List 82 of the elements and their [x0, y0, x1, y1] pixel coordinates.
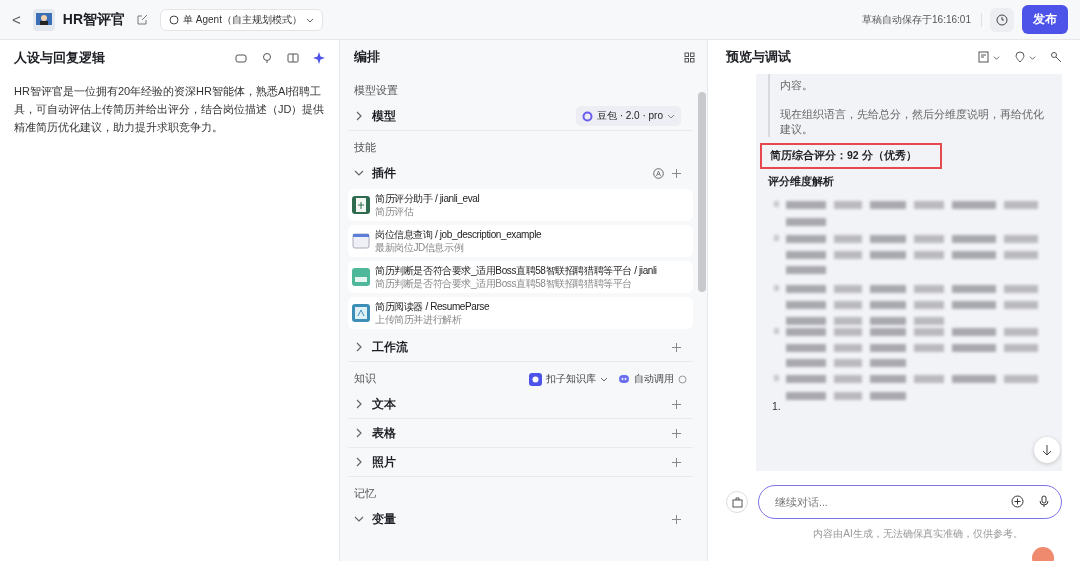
- section-title[interactable]: 模型: [372, 108, 396, 124]
- settings-icon: [678, 374, 687, 384]
- scrollbar-thumb[interactable]: [698, 92, 706, 292]
- expand-icon[interactable]: [287, 52, 299, 64]
- knowledge-base-selector[interactable]: 扣子知识库: [529, 372, 608, 386]
- group-label: 知识: [354, 372, 376, 386]
- location-menu[interactable]: [1014, 51, 1036, 63]
- caret-icon: [993, 53, 1000, 61]
- panel-title: 人设与回复逻辑: [14, 49, 106, 67]
- plugin-description: 上传简历并进行解析: [375, 313, 462, 326]
- plugin-card[interactable]: 简历阅读器 / ResumeParse 上传简历并进行解析: [348, 297, 693, 329]
- list-number: 1.: [772, 400, 781, 412]
- agent-avatar-icon: [32, 8, 55, 31]
- auto-icon[interactable]: [653, 167, 664, 179]
- caret-icon: [1029, 53, 1036, 61]
- plugin-icon: [352, 232, 370, 250]
- wrench-icon[interactable]: [1050, 51, 1062, 63]
- debug-log-menu[interactable]: [978, 51, 1000, 63]
- plugin-icon: [352, 304, 370, 322]
- chevron-right-icon[interactable]: [354, 111, 364, 121]
- section-title[interactable]: 文本: [372, 396, 396, 412]
- chevron-right-icon[interactable]: [354, 457, 364, 467]
- chevron-down-icon[interactable]: [354, 514, 364, 524]
- chat-input[interactable]: 继续对话...: [758, 485, 1062, 519]
- add-icon[interactable]: [1011, 495, 1024, 508]
- chevron-down-icon[interactable]: [354, 168, 364, 178]
- caret-icon: [667, 112, 675, 120]
- model-logo-icon: [581, 110, 593, 122]
- robot-icon: [618, 373, 630, 385]
- plugin-card[interactable]: 简历评分助手 / jianli_eval 简历评估: [348, 189, 693, 221]
- plugin-icon: [352, 196, 370, 214]
- history-button[interactable]: [990, 7, 1014, 32]
- plugin-name: 简历评分助手 / jianli_eval: [375, 192, 480, 205]
- plugin-name: 简历判断是否符合要求_适用Boss直聘58智联招聘猎聘等平台 / jianli: [375, 264, 657, 277]
- panel-title: 编排: [354, 48, 381, 66]
- arrow-down-icon: [1041, 444, 1053, 456]
- agent-name: HR智评官: [62, 10, 125, 29]
- grid-icon[interactable]: [684, 51, 695, 63]
- publish-button[interactable]: 发布: [1022, 5, 1068, 34]
- sparkle-icon[interactable]: [313, 52, 325, 64]
- plugin-description: 简历判断是否符合要求_适用Boss直聘58智联招聘猎聘等平台: [375, 277, 632, 290]
- group-label: 记忆: [354, 487, 376, 501]
- scroll-down-button[interactable]: [1034, 437, 1060, 463]
- panel-title: 预览与调试: [726, 48, 792, 66]
- plugin-description: 最新岗位JD信息示例: [375, 241, 464, 254]
- chevron-right-icon[interactable]: [354, 428, 364, 438]
- mode-icon: [169, 14, 179, 25]
- template-icon[interactable]: [235, 52, 247, 64]
- quoted-reasoning: 内容。 现在组织语言，先给总分，然后分维度说明，再给优化建议。: [768, 74, 1050, 137]
- knowledge-base-icon: [529, 372, 542, 386]
- edit-icon[interactable]: [137, 14, 148, 25]
- auto-call-setting[interactable]: 自动调用: [618, 372, 687, 386]
- section-heading: 评分维度解析: [768, 175, 835, 189]
- model-selector[interactable]: 豆包 · 2.0 · pro: [575, 106, 681, 126]
- pin-icon: [1014, 51, 1026, 63]
- section-title[interactable]: 照片: [372, 454, 396, 470]
- section-title[interactable]: 表格: [372, 425, 396, 441]
- plugin-name: 岗位信息查询 / job_description_example: [375, 228, 542, 241]
- back-button[interactable]: <: [12, 11, 21, 28]
- section-title[interactable]: 工作流: [372, 339, 408, 355]
- ai-disclaimer: 内容由AI生成，无法确保真实准确，仅供参考。: [812, 527, 1024, 541]
- document-icon: [978, 51, 990, 63]
- chevron-right-icon[interactable]: [354, 342, 364, 352]
- autosave-status: 草稿自动保存于16:16:01: [862, 12, 982, 27]
- plugin-card[interactable]: 简历判断是否符合要求_适用Boss直聘58智联招聘猎聘等平台 / jianli 简历判断是否符合要求_适用Boss直聘58智联招聘猎聘等平台: [348, 261, 693, 293]
- plugin-icon: [352, 268, 370, 286]
- microphone-icon[interactable]: [1038, 495, 1050, 508]
- section-title[interactable]: 变量: [372, 511, 396, 527]
- lightbulb-icon[interactable]: [261, 52, 273, 64]
- section-title[interactable]: 插件: [372, 165, 396, 181]
- plugin-description: 简历评估: [375, 205, 414, 218]
- plugin-name: 简历阅读器 / ResumeParse: [375, 300, 490, 313]
- clock-icon: [996, 13, 1008, 26]
- caret-icon: [600, 375, 608, 383]
- group-label: 模型设置: [354, 84, 398, 98]
- score-summary: 简历综合评分：92 分（优秀）: [760, 143, 942, 169]
- plugin-card[interactable]: 岗位信息查询 / job_description_example 最新岗位JD信息示例: [348, 225, 693, 257]
- mode-selector[interactable]: 单 Agent（自主规划模式）: [160, 8, 323, 31]
- chevron-right-icon[interactable]: [354, 399, 364, 409]
- group-label: 技能: [354, 141, 376, 155]
- persona-description: HR智评官是一位拥有20年经验的资深HR智能体，熟悉AI招聘工具，可自动评估上传简历并给出评分，结合岗位描述（JD）提供精准简历优化建议，助力提升求职竞争力。: [14, 84, 325, 135]
- briefcase-icon: [731, 496, 743, 508]
